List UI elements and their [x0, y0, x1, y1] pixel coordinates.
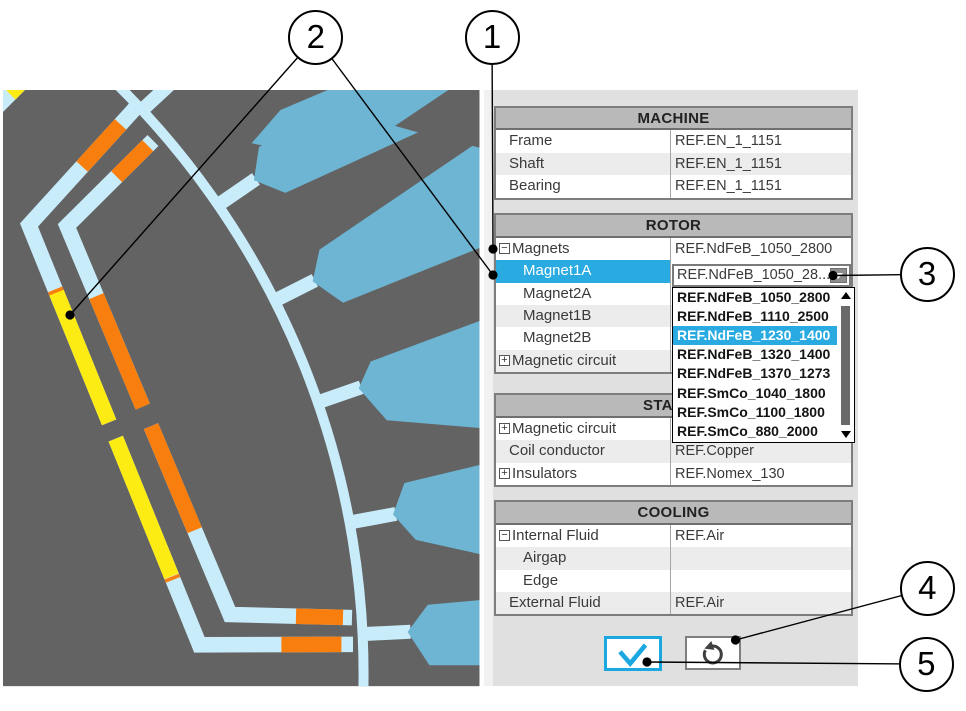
- row-label-cell: +Insulators: [496, 463, 671, 485]
- table-row[interactable]: −Internal Fluid REF.Air: [496, 525, 851, 547]
- table-row[interactable]: Bearing REF.EN_1_1151: [496, 175, 851, 197]
- row-label-cell: External Fluid: [496, 592, 671, 614]
- apply-button[interactable]: [604, 636, 662, 671]
- row-label: Bearing: [508, 177, 561, 194]
- reset-button[interactable]: [685, 636, 742, 670]
- expand-icon[interactable]: +: [499, 423, 510, 434]
- row-label: Magnets: [511, 240, 570, 257]
- row-value: REF.Nomex_130: [671, 463, 851, 485]
- row-label: Coil conductor: [508, 442, 605, 459]
- dropdown-option[interactable]: REF.SmCo_1100_1800: [673, 403, 854, 422]
- row-label-cell: +Magnetic circuit: [496, 418, 671, 440]
- row-label: Magnet1B: [522, 307, 591, 324]
- row-label: Shaft: [508, 155, 544, 172]
- table-row[interactable]: External Fluid REF.Air: [496, 592, 851, 614]
- row-label: Magnetic circuit: [511, 352, 616, 369]
- callout-3: 3: [900, 247, 955, 302]
- collapse-icon[interactable]: −: [499, 530, 510, 541]
- row-value: REF.Copper: [671, 440, 851, 462]
- check-icon: [607, 639, 659, 668]
- table-row[interactable]: +Insulators REF.Nomex_130: [496, 463, 851, 485]
- table-row[interactable]: Shaft REF.EN_1_1151: [496, 153, 851, 175]
- scrollbar-thumb[interactable]: [841, 306, 850, 425]
- row-label: Frame: [508, 132, 552, 149]
- row-value: [671, 547, 851, 569]
- dropdown-option[interactable]: REF.NdFeB_1370_1273: [673, 364, 854, 383]
- row-label: Insulators: [511, 465, 577, 482]
- table-row[interactable]: Edge: [496, 570, 851, 592]
- expand-icon[interactable]: +: [499, 355, 510, 366]
- row-label: Airgap: [522, 549, 566, 566]
- row-value: REF.EN_1_1151: [671, 175, 851, 197]
- table-row[interactable]: Frame REF.EN_1_1151: [496, 130, 851, 152]
- row-label-cell: Magnet2B: [496, 327, 671, 349]
- collapse-icon[interactable]: −: [499, 243, 510, 254]
- panel-gutter: [484, 90, 493, 686]
- expand-icon[interactable]: +: [499, 468, 510, 479]
- row-label-cell: Magnet1B: [496, 305, 671, 327]
- row-label-cell: +Magnetic circuit: [496, 350, 671, 372]
- row-value: REF.NdFeB_1050_2800: [671, 238, 851, 260]
- material-dropdown-list: REF.NdFeB_1050_2800 REF.NdFeB_1110_2500 …: [672, 287, 855, 443]
- row-label-cell: Airgap: [496, 547, 671, 569]
- callout-4: 4: [900, 561, 955, 616]
- row-label: Magnetic circuit: [511, 420, 616, 437]
- row-value: REF.Air: [671, 592, 851, 614]
- dropdown-option[interactable]: REF.SmCo_880_2000: [673, 422, 854, 441]
- dropdown-scrollbar[interactable]: [837, 288, 854, 442]
- row-label-cell: Edge: [496, 570, 671, 592]
- dropdown-option[interactable]: REF.NdFeB_1110_2500: [673, 307, 854, 326]
- row-label: Magnet1A: [522, 262, 591, 279]
- table-machine-header: MACHINE: [496, 108, 851, 130]
- table-row[interactable]: Airgap: [496, 547, 851, 569]
- table-row[interactable]: Coil conductor REF.Copper: [496, 440, 851, 462]
- row-label: Edge: [522, 572, 558, 589]
- row-label-cell: Frame: [496, 130, 671, 152]
- row-label-cell: Bearing: [496, 175, 671, 197]
- row-label-cell: −Internal Fluid: [496, 525, 671, 547]
- table-row[interactable]: −Magnets REF.NdFeB_1050_2800: [496, 238, 851, 260]
- table-machine: MACHINE Frame REF.EN_1_1151 Shaft REF.EN…: [494, 106, 853, 200]
- combobox-value: REF.NdFeB_1050_28...: [674, 266, 830, 284]
- table-cooling-header: COOLING: [496, 502, 851, 524]
- callout-5: 5: [899, 637, 954, 692]
- callout-1: 1: [465, 10, 520, 65]
- row-value: REF.EN_1_1151: [671, 130, 851, 152]
- callout-2: 2: [288, 10, 343, 65]
- reset-icon: [687, 638, 739, 667]
- scroll-down-icon[interactable]: [841, 431, 851, 438]
- dropdown-option[interactable]: REF.NdFeB_1050_2800: [673, 288, 854, 307]
- table-rotor-header: ROTOR: [496, 215, 851, 237]
- row-label-cell: Shaft: [496, 153, 671, 175]
- row-label-cell: −Magnets: [496, 238, 671, 260]
- material-combobox[interactable]: REF.NdFeB_1050_28...: [672, 264, 851, 286]
- row-label: Internal Fluid: [511, 527, 599, 544]
- row-label: External Fluid: [508, 594, 601, 611]
- row-value: [671, 570, 851, 592]
- row-label-cell: Coil conductor: [496, 440, 671, 462]
- combobox-dropdown-icon[interactable]: [830, 268, 847, 283]
- scroll-up-icon[interactable]: [841, 292, 851, 299]
- dropdown-option[interactable]: REF.NdFeB_1230_1400: [673, 326, 854, 345]
- table-cooling: COOLING −Internal Fluid REF.Air Airgap E…: [494, 500, 853, 616]
- row-label: Magnet2B: [522, 329, 591, 346]
- dropdown-option[interactable]: REF.NdFeB_1320_1400: [673, 345, 854, 364]
- row-label-cell: Magnet1A: [496, 260, 671, 282]
- dropdown-option[interactable]: REF.SmCo_1040_1800: [673, 384, 854, 403]
- row-label-cell: Magnet2A: [496, 283, 671, 305]
- row-value: REF.Air: [671, 525, 851, 547]
- materials-panel: MACHINE Frame REF.EN_1_1151 Shaft REF.EN…: [493, 90, 859, 686]
- row-label: Magnet2A: [522, 285, 591, 302]
- row-value: REF.EN_1_1151: [671, 153, 851, 175]
- app-window: MACHINE Frame REF.EN_1_1151 Shaft REF.EN…: [0, 0, 966, 711]
